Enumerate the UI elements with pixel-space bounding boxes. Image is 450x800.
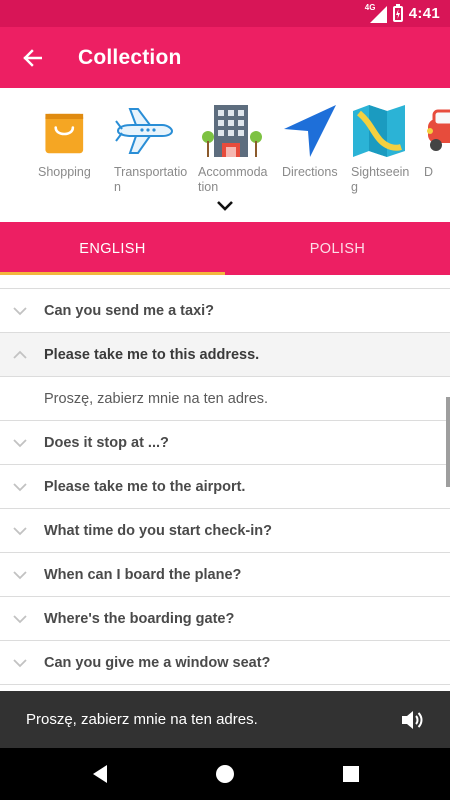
language-tabs: ENGLISH POLISH — [0, 222, 450, 275]
tab-polish[interactable]: POLISH — [225, 222, 450, 275]
nav-back-button[interactable] — [88, 762, 112, 786]
battery-icon — [392, 3, 403, 22]
category-label: Transportation — [114, 165, 188, 194]
shopping-bag-icon — [45, 113, 84, 154]
tab-english[interactable]: ENGLISH — [0, 222, 225, 275]
category-label: Sightseeing — [351, 165, 410, 194]
chevron-down-icon — [13, 306, 27, 315]
list-item[interactable]: Please take me to the airport. — [0, 465, 450, 509]
list-item[interactable] — [0, 275, 450, 289]
circle-home-icon — [216, 765, 234, 783]
nav-home-button[interactable] — [213, 762, 237, 786]
list-item[interactable]: What time do you start check-in? — [0, 509, 450, 553]
app-bar: Collection — [0, 27, 450, 88]
speaker-icon[interactable] — [400, 709, 424, 731]
nav-recents-button[interactable] — [339, 762, 363, 786]
network-type: 4G — [364, 2, 376, 12]
phrase-list[interactable]: Can you send me a taxi? Please take me t… — [0, 275, 450, 691]
signal-icon: 4G — [364, 2, 387, 23]
list-item[interactable]: Does it stop at ...? — [0, 421, 450, 465]
system-nav-bar — [0, 748, 450, 800]
triangle-back-icon — [93, 765, 107, 783]
category-label: Directions — [282, 165, 338, 179]
phrase-text: When can I board the plane? — [44, 566, 242, 583]
snackbar: Proszę, zabierz mnie na ten adres. — [0, 691, 450, 748]
phrase-text: Please take me to the airport. — [44, 478, 246, 495]
chevron-down-icon — [13, 438, 27, 447]
list-item[interactable]: Can you give me a window seat? — [0, 641, 450, 685]
car-icon — [427, 109, 450, 151]
square-recents-icon — [343, 766, 359, 782]
phrase-text: Please take me to this address. — [44, 346, 260, 363]
category-more[interactable]: D — [424, 103, 450, 180]
category-transportation[interactable]: Transportation — [114, 103, 194, 195]
category-strip[interactable]: Shopping Transportation Accommodation Di… — [0, 88, 450, 222]
phrase-text: Can you give me a window seat? — [44, 654, 271, 671]
category-label: Accommodation — [198, 165, 268, 194]
snackbar-text: Proszę, zabierz mnie na ten adres. — [26, 711, 258, 728]
status-bar: 4G 4:41 — [0, 0, 450, 27]
category-label: D — [424, 165, 434, 179]
category-directions[interactable]: Directions — [282, 103, 362, 180]
phrase-text: Can you send me a taxi? — [44, 302, 215, 319]
chevron-down-icon — [13, 482, 27, 491]
hotel-icon — [202, 105, 262, 157]
chevron-down-icon — [13, 570, 27, 579]
category-accommodation[interactable]: Accommodation — [198, 103, 278, 195]
airplane-icon — [115, 108, 174, 154]
scrollbar[interactable] — [446, 397, 450, 487]
back-button[interactable] — [0, 27, 64, 88]
phrase-translation[interactable]: Proszę, zabierz mnie na ten adres. — [0, 377, 450, 421]
list-item[interactable]: Can you send me a taxi? — [0, 289, 450, 333]
phrase-text: Does it stop at ...? — [44, 434, 169, 451]
chevron-up-icon — [13, 350, 27, 359]
category-shopping[interactable]: Shopping — [38, 103, 118, 180]
list-item[interactable]: When can I board the plane? — [0, 553, 450, 597]
translation-text: Proszę, zabierz mnie na ten adres. — [44, 390, 269, 407]
list-item[interactable]: Where's the boarding gate? — [0, 597, 450, 641]
phrase-text: Where's the boarding gate? — [44, 610, 235, 627]
arrow-back-icon — [23, 48, 42, 67]
map-icon — [353, 105, 405, 157]
list-item-expanded[interactable]: Please take me to this address. — [0, 333, 450, 377]
chevron-down-icon — [13, 614, 27, 623]
chevron-down-icon — [13, 658, 27, 667]
clock: 4:41 — [408, 5, 440, 22]
chevron-down-icon — [13, 526, 27, 535]
category-label: Shopping — [38, 165, 91, 179]
phrase-text: What time do you start check-in? — [44, 522, 272, 539]
navigation-arrow-icon — [284, 105, 336, 157]
chevron-down-icon[interactable] — [215, 199, 235, 213]
category-sightseeing[interactable]: Sightseeing — [351, 103, 431, 195]
page-title: Collection — [78, 45, 182, 69]
